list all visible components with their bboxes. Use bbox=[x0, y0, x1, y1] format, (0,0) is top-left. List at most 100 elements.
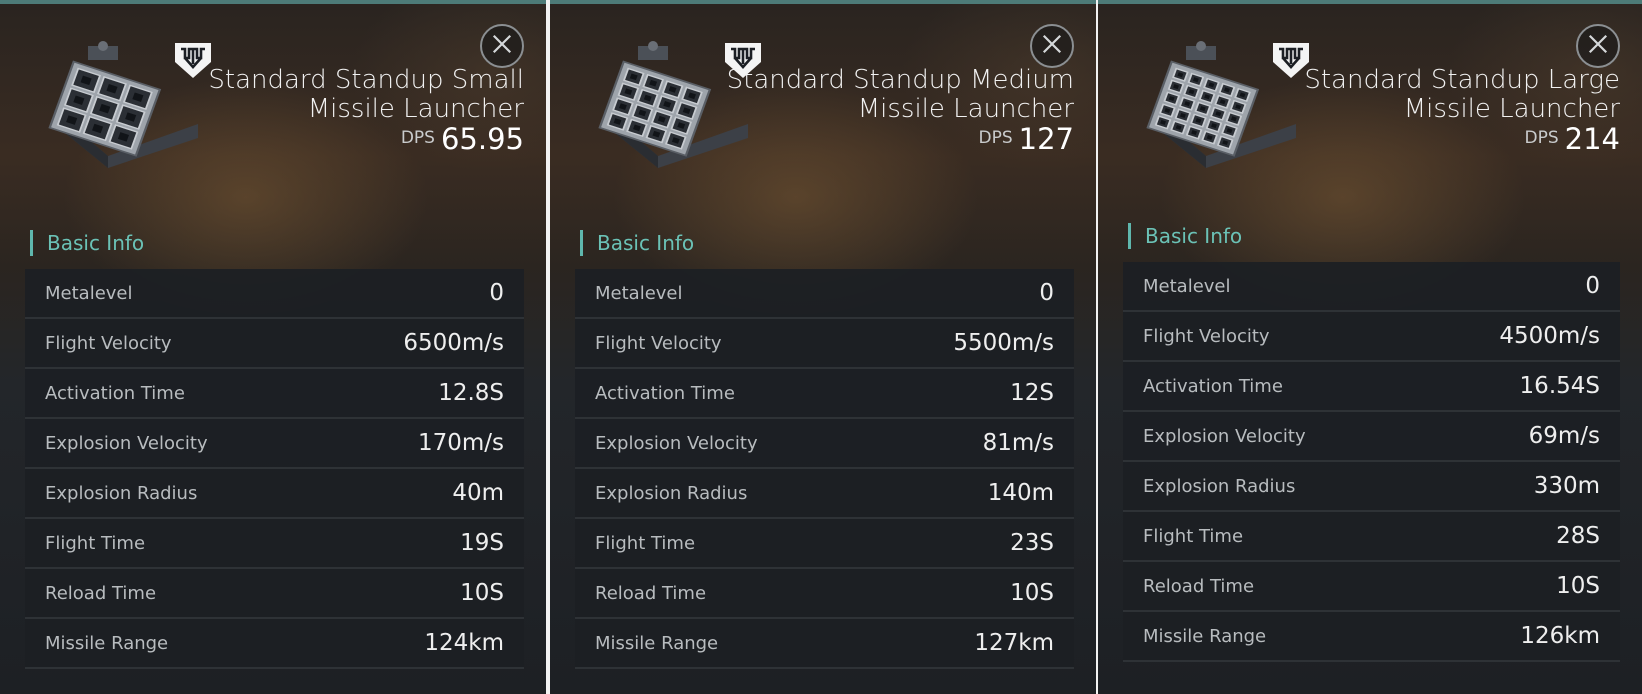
stat-label: Flight Velocity bbox=[45, 332, 172, 354]
stat-label: Missile Range bbox=[45, 632, 169, 654]
stat-value: 5500m/s bbox=[953, 330, 1054, 356]
stat-row: Reload Time 10S bbox=[1123, 562, 1620, 612]
item-title: Standard Standup Medium Missile Launcher bbox=[726, 65, 1074, 124]
section-accent-bar bbox=[1128, 223, 1131, 249]
stat-label: Flight Time bbox=[1143, 525, 1244, 547]
stats-table: Metalevel 0 Flight Velocity 4500m/s Activati… bbox=[1123, 262, 1620, 662]
section-accent-bar bbox=[30, 230, 33, 256]
stat-label: Explosion Radius bbox=[595, 482, 748, 504]
stat-row: Reload Time 10S bbox=[25, 569, 524, 619]
section-title: Basic Info bbox=[1145, 224, 1243, 248]
stat-row: Explosion Radius 330m bbox=[1123, 462, 1620, 512]
stat-value: 12S bbox=[1010, 380, 1054, 406]
close-button[interactable] bbox=[480, 24, 524, 68]
stat-row: Reload Time 10S bbox=[575, 569, 1074, 619]
stat-value: 126km bbox=[1520, 623, 1600, 649]
stat-value: 10S bbox=[1010, 580, 1054, 606]
close-icon bbox=[491, 33, 513, 59]
dps-readout: DPS 127 bbox=[979, 122, 1075, 156]
stat-row: Flight Time 19S bbox=[25, 519, 524, 569]
stat-row: Flight Velocity 5500m/s bbox=[575, 319, 1074, 369]
stat-label: Metalevel bbox=[45, 282, 133, 304]
stat-value: 16.54S bbox=[1519, 373, 1600, 399]
item-title: Standard Standup Small Missile Launcher bbox=[208, 65, 524, 124]
item-info-panel: Standard Standup Medium Missile Launcher… bbox=[550, 0, 1096, 694]
stat-value: 23S bbox=[1010, 530, 1054, 556]
section-header: Basic Info bbox=[30, 230, 144, 256]
close-button[interactable] bbox=[1030, 24, 1074, 68]
dps-value: 127 bbox=[1018, 122, 1074, 156]
stat-row: Activation Time 12.8S bbox=[25, 369, 524, 419]
stat-label: Explosion Radius bbox=[45, 482, 198, 504]
stat-value: 10S bbox=[1556, 573, 1600, 599]
stat-value: 0 bbox=[489, 280, 504, 306]
stat-value: 127km bbox=[974, 630, 1054, 656]
stat-row: Metalevel 0 bbox=[25, 269, 524, 319]
stat-value: 10S bbox=[460, 580, 504, 606]
stat-row: Missile Range 126km bbox=[1123, 612, 1620, 662]
dps-readout: DPS 65.95 bbox=[401, 122, 524, 156]
stat-label: Explosion Velocity bbox=[1143, 425, 1306, 447]
stat-row: Metalevel 0 bbox=[575, 269, 1074, 319]
stat-value: 0 bbox=[1039, 280, 1054, 306]
stat-row: Missile Range 124km bbox=[25, 619, 524, 669]
stat-row: Explosion Radius 140m bbox=[575, 469, 1074, 519]
section-header: Basic Info bbox=[1128, 223, 1242, 249]
stat-label: Flight Velocity bbox=[595, 332, 722, 354]
stat-row: Explosion Velocity 81m/s bbox=[575, 419, 1074, 469]
stat-value: 170m/s bbox=[417, 430, 504, 456]
stat-value: 4500m/s bbox=[1499, 323, 1600, 349]
close-icon bbox=[1587, 33, 1609, 59]
stat-row: Explosion Velocity 170m/s bbox=[25, 419, 524, 469]
stat-value: 19S bbox=[460, 530, 504, 556]
stats-table: Metalevel 0 Flight Velocity 5500m/s Activati… bbox=[575, 269, 1074, 669]
dps-value: 214 bbox=[1564, 122, 1620, 156]
section-header: Basic Info bbox=[580, 230, 694, 256]
close-icon bbox=[1041, 33, 1063, 59]
stat-value: 40m bbox=[452, 480, 504, 506]
stat-row: Explosion Radius 40m bbox=[25, 469, 524, 519]
stat-label: Missile Range bbox=[1143, 625, 1267, 647]
dps-label: DPS bbox=[400, 128, 435, 148]
stat-label: Explosion Velocity bbox=[595, 432, 758, 454]
close-button[interactable] bbox=[1576, 24, 1620, 68]
item-title: Standard Standup Large Missile Launcher bbox=[1304, 65, 1620, 124]
stat-row: Metalevel 0 bbox=[1123, 262, 1620, 312]
stat-label: Metalevel bbox=[595, 282, 683, 304]
stat-value: 69m/s bbox=[1528, 423, 1600, 449]
section-accent-bar bbox=[580, 230, 583, 256]
stat-value: 12.8S bbox=[438, 380, 504, 406]
stat-value: 140m bbox=[987, 480, 1054, 506]
stat-row: Flight Time 23S bbox=[575, 519, 1074, 569]
stat-value: 0 bbox=[1585, 273, 1600, 299]
stat-label: Explosion Velocity bbox=[45, 432, 208, 454]
stat-value: 81m/s bbox=[982, 430, 1054, 456]
stat-label: Activation Time bbox=[1143, 375, 1283, 397]
stats-table: Metalevel 0 Flight Velocity 6500m/s Activati… bbox=[25, 269, 524, 669]
stat-row: Flight Velocity 6500m/s bbox=[25, 319, 524, 369]
stat-value: 6500m/s bbox=[403, 330, 504, 356]
stat-label: Explosion Radius bbox=[1143, 475, 1296, 497]
stat-label: Activation Time bbox=[45, 382, 185, 404]
stat-label: Metalevel bbox=[1143, 275, 1231, 297]
stat-label: Reload Time bbox=[45, 582, 157, 604]
stat-label: Reload Time bbox=[1143, 575, 1255, 597]
stat-label: Reload Time bbox=[595, 582, 707, 604]
stat-label: Missile Range bbox=[595, 632, 719, 654]
stat-row: Missile Range 127km bbox=[575, 619, 1074, 669]
dps-label: DPS bbox=[978, 128, 1013, 148]
stat-row: Activation Time 16.54S bbox=[1123, 362, 1620, 412]
dps-readout: DPS 214 bbox=[1525, 122, 1621, 156]
stat-row: Flight Velocity 4500m/s bbox=[1123, 312, 1620, 362]
stat-value: 124km bbox=[424, 630, 504, 656]
stat-label: Flight Velocity bbox=[1143, 325, 1270, 347]
section-title: Basic Info bbox=[597, 231, 695, 255]
item-info-panel: Standard Standup Small Missile Launcher D… bbox=[0, 0, 546, 694]
section-title: Basic Info bbox=[47, 231, 145, 255]
stat-value: 28S bbox=[1556, 523, 1600, 549]
stat-row: Explosion Velocity 69m/s bbox=[1123, 412, 1620, 462]
stat-value: 330m bbox=[1533, 473, 1600, 499]
stat-row: Activation Time 12S bbox=[575, 369, 1074, 419]
stat-label: Flight Time bbox=[45, 532, 146, 554]
dps-label: DPS bbox=[1524, 128, 1559, 148]
